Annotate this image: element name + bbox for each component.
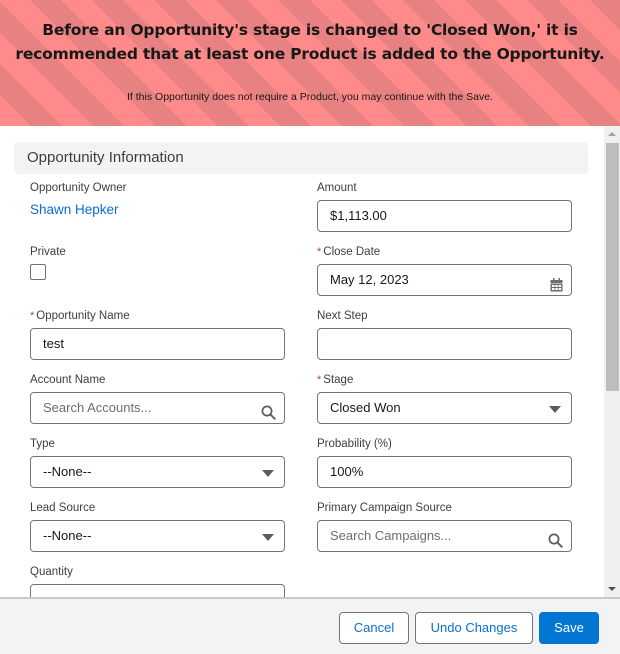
lead-source-value: --None-- [43,528,92,543]
type-label: Type [30,438,55,450]
search-icon[interactable] [261,401,276,431]
field-amount: Amount $1,113.00 [317,180,572,232]
amount-input[interactable]: $1,113.00 [317,200,572,232]
amount-label: Amount [317,182,357,194]
save-button[interactable]: Save [539,612,599,644]
chevron-down-icon [262,470,274,477]
primary-campaign-placeholder: Search Campaigns... [330,528,452,543]
close-date-value: May 12, 2023 [330,272,409,287]
stage-value: Closed Won [330,400,401,415]
required-marker: * [317,246,322,258]
chevron-down-icon [549,406,561,413]
close-date-input[interactable]: May 12, 2023 [317,264,572,296]
opportunity-name-value: test [43,336,64,351]
opportunity-owner-label: Opportunity Owner [30,182,127,194]
required-marker: * [317,374,322,386]
close-date-label: * Close Date [317,244,572,260]
modal-footer: Cancel Undo Changes Save [0,597,620,654]
section-title: Opportunity Information [27,149,184,166]
probability-label: Probability (%) [317,438,392,450]
quantity-input[interactable] [30,584,285,597]
field-opportunity-name: * Opportunity Name test [30,308,285,360]
field-quantity: Quantity [30,564,285,597]
calendar-icon[interactable] [550,273,563,303]
probability-value: 100% [330,464,364,479]
field-next-step: Next Step [317,308,572,360]
field-primary-campaign-source: Primary Campaign Source Search Campaigns… [317,500,572,552]
scrollbar-thumb[interactable] [606,143,619,391]
form-scroll-area: Opportunity Information Opportunity Owne… [0,126,620,597]
opportunity-owner-link[interactable]: Shawn Hepker [30,200,285,220]
scroll-up-arrow-icon[interactable] [608,132,616,136]
quantity-label: Quantity [30,566,73,578]
probability-input[interactable]: 100% [317,456,572,488]
private-label: Private [30,246,66,258]
banner-headline-line-1: Before an Opportunity's stage is changed… [42,21,578,39]
type-value: --None-- [43,464,92,479]
field-private: Private [30,244,285,280]
lead-source-select[interactable]: --None-- [30,520,285,552]
next-step-label: Next Step [317,310,368,322]
required-marker: * [30,310,35,322]
type-select[interactable]: --None-- [30,456,285,488]
scroll-down-arrow-icon[interactable] [608,587,616,591]
vertical-scrollbar[interactable] [604,126,620,597]
field-type: Type --None-- [30,436,285,488]
opportunity-name-label: * Opportunity Name [30,308,285,324]
stage-label: * Stage [317,372,572,388]
stage-label-text: Stage [323,374,354,386]
warning-banner: Before an Opportunity's stage is changed… [0,0,620,126]
field-opportunity-owner: Opportunity Owner Shawn Hepker [30,180,285,220]
section-header[interactable]: Opportunity Information [14,142,588,174]
primary-campaign-label: Primary Campaign Source [317,502,452,514]
field-lead-source: Lead Source --None-- [30,500,285,552]
banner-headline: Before an Opportunity's stage is changed… [0,18,620,66]
undo-changes-button[interactable]: Undo Changes [415,612,533,644]
account-name-label: Account Name [30,374,106,386]
opportunity-name-label-text: Opportunity Name [36,310,130,322]
field-close-date: * Close Date May 12, 2023 [317,244,572,296]
account-name-placeholder: Search Accounts... [43,400,152,415]
close-date-label-text: Close Date [323,246,381,258]
account-name-search-input[interactable]: Search Accounts... [30,392,285,424]
lead-source-label: Lead Source [30,502,96,514]
opportunity-name-input[interactable]: test [30,328,285,360]
private-checkbox[interactable] [30,264,46,280]
primary-campaign-search-input[interactable]: Search Campaigns... [317,520,572,552]
field-probability: Probability (%) 100% [317,436,572,488]
banner-headline-line-2: recommended that at least one Product is… [15,45,605,63]
field-stage: * Stage Closed Won [317,372,572,424]
banner-subtext: If this Opportunity does not require a P… [127,91,493,103]
next-step-input[interactable] [317,328,572,360]
cancel-button[interactable]: Cancel [339,612,409,644]
amount-value: $1,113.00 [330,208,387,223]
field-account-name: Account Name Search Accounts... [30,372,285,424]
chevron-down-icon [262,534,274,541]
stage-select[interactable]: Closed Won [317,392,572,424]
search-icon[interactable] [548,529,563,559]
